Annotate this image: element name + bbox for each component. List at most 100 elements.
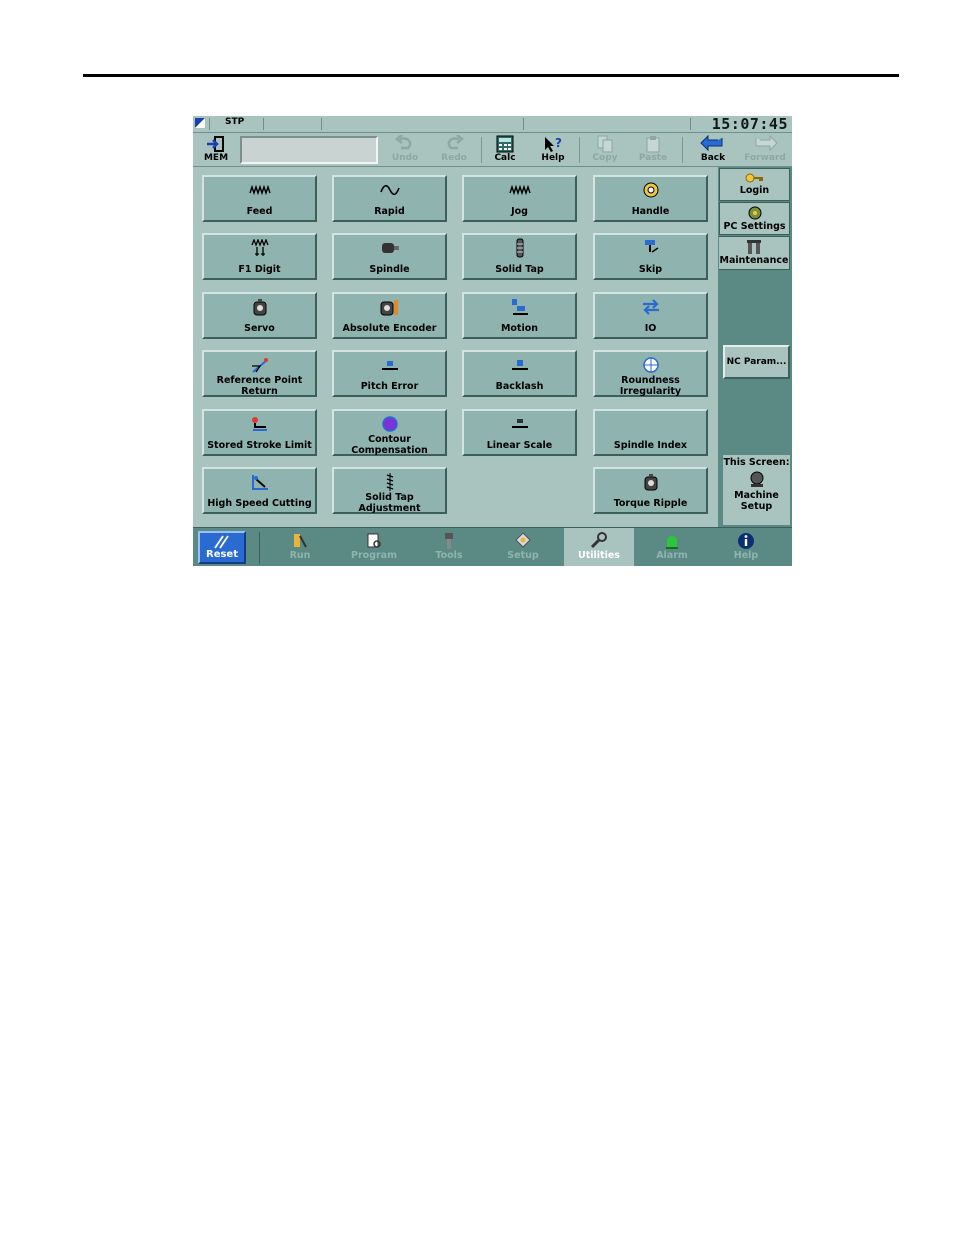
maintenance-icon (747, 240, 761, 254)
redo-button[interactable]: Redo (434, 133, 474, 166)
servo-button[interactable]: Servo (202, 292, 317, 339)
setup-tab[interactable]: Setup (493, 528, 553, 566)
program-icon (367, 533, 381, 548)
pitch-error-icon (381, 361, 398, 370)
paste-icon (646, 136, 660, 153)
contour-compensation-button[interactable]: Contour Compensation (332, 409, 447, 456)
run-tab[interactable]: Run (270, 528, 330, 566)
stroke-limit-icon (251, 417, 267, 431)
spindle-index-button[interactable]: Spindle Index (593, 409, 708, 456)
forward-arrow-icon (755, 135, 778, 152)
high-speed-cutting-icon (251, 475, 268, 490)
stored-stroke-limit-button[interactable]: Stored Stroke Limit (202, 409, 317, 456)
alarm-tab[interactable]: Alarm (642, 528, 702, 566)
status-separator (209, 118, 210, 130)
torque-ripple-icon (644, 474, 657, 491)
side-panel: Login PC Settings Maintenance NC Param..… (718, 167, 792, 527)
back-arrow-icon (700, 135, 723, 152)
reset-icon (214, 535, 229, 549)
toolbar: MEM Undo Redo Calc ? Help Copy Paste Bac… (193, 133, 792, 167)
wrench-icon (590, 532, 607, 549)
linear-scale-icon (511, 419, 528, 428)
mem-button[interactable]: MEM (199, 133, 233, 166)
feed-icon (248, 184, 271, 196)
tap-adjust-icon (386, 473, 393, 491)
io-arrows-icon (642, 299, 659, 315)
motion-button[interactable]: Motion (462, 292, 577, 339)
handle-button[interactable]: Handle (593, 175, 708, 222)
utilities-tab[interactable]: Utilities (564, 528, 634, 566)
bottom-separator (259, 532, 260, 564)
reference-point-icon (251, 358, 268, 373)
io-button[interactable]: IO (593, 292, 708, 339)
status-separator (263, 118, 264, 130)
linear-scale-button[interactable]: Linear Scale (462, 409, 577, 456)
pc-settings-tab[interactable]: PC Settings (719, 202, 790, 235)
spindle-icon (381, 243, 399, 253)
login-tab[interactable]: Login (719, 168, 790, 201)
backlash-button[interactable]: Backlash (462, 350, 577, 397)
forward-button[interactable]: Forward (741, 133, 789, 166)
setup-icon (515, 532, 531, 548)
contour-icon (381, 416, 398, 432)
help-tab[interactable]: Help (716, 528, 776, 566)
mdi-entry-field[interactable] (240, 136, 378, 164)
calc-button[interactable]: Calc (487, 133, 523, 166)
backlash-icon (511, 360, 528, 370)
nc-param-button[interactable]: NC Param... (723, 345, 790, 379)
solid-tap-button[interactable]: Solid Tap (462, 233, 577, 280)
skip-button[interactable]: Skip (593, 233, 708, 280)
back-button[interactable]: Back (693, 133, 733, 166)
copy-button[interactable]: Copy (585, 133, 625, 166)
rapid-icon (379, 184, 400, 196)
pitch-error-button[interactable]: Pitch Error (332, 350, 447, 397)
status-separator (321, 118, 322, 130)
machine-mode: STP (225, 117, 245, 127)
help-toolbar-button[interactable]: ? Help (535, 133, 571, 166)
undo-icon (395, 135, 412, 150)
f1-digit-icon (250, 239, 269, 256)
alarm-light-icon (666, 536, 678, 549)
reference-point-return-button[interactable]: Reference Point Return (202, 350, 317, 397)
rapid-button[interactable]: Rapid (332, 175, 447, 222)
solid-tap-adjustment-button[interactable]: Solid Tap Adjustment (332, 467, 447, 514)
undo-button[interactable]: Undo (385, 133, 425, 166)
jog-icon (508, 184, 531, 196)
high-speed-cutting-button[interactable]: High Speed Cutting (202, 467, 317, 514)
maintenance-tab[interactable]: Maintenance (719, 236, 790, 270)
feed-button[interactable]: Feed (202, 175, 317, 222)
pointer-help-icon: ? (545, 136, 562, 152)
status-separator (690, 118, 691, 130)
cnc-screen: STP 15:07:45 MEM Undo Redo Calc ? Help C… (193, 116, 792, 566)
status-separator (523, 118, 524, 130)
tap-icon (516, 238, 523, 258)
jog-button[interactable]: Jog (462, 175, 577, 222)
page-rule (83, 74, 899, 77)
svg-text:?: ? (555, 136, 562, 150)
servo-icon (253, 299, 266, 316)
tools-tab[interactable]: Tools (419, 528, 479, 566)
torque-ripple-button[interactable]: Torque Ripple (593, 467, 708, 514)
brand-corner-icon (195, 118, 205, 128)
mem-icon (207, 136, 224, 152)
f1-digit-button[interactable]: F1 Digit (202, 233, 317, 280)
run-icon (294, 534, 307, 548)
key-icon (745, 173, 763, 183)
toolbar-separator (682, 137, 683, 163)
calculator-icon (496, 135, 514, 153)
roundness-irregularity-button[interactable]: Roundness Irregularity (593, 350, 708, 397)
motion-icon (511, 299, 528, 315)
utilities-grid: Feed Rapid Jog Handle F1 Digit Spindle S… (193, 167, 718, 527)
info-icon (738, 533, 754, 549)
skip-probe-icon (644, 240, 658, 253)
this-screen-info: This Screen: Machine Setup (723, 455, 790, 525)
bottom-nav: Reset Run Program Tools Setup Utilities … (193, 527, 792, 566)
tools-icon (445, 533, 453, 549)
reset-button[interactable]: Reset (198, 531, 246, 564)
paste-button[interactable]: Paste (633, 133, 673, 166)
program-tab[interactable]: Program (344, 528, 404, 566)
roundness-icon (642, 357, 659, 373)
absolute-encoder-button[interactable]: Absolute Encoder (332, 292, 447, 339)
spindle-button[interactable]: Spindle (332, 233, 447, 280)
toolbar-separator (481, 137, 482, 163)
